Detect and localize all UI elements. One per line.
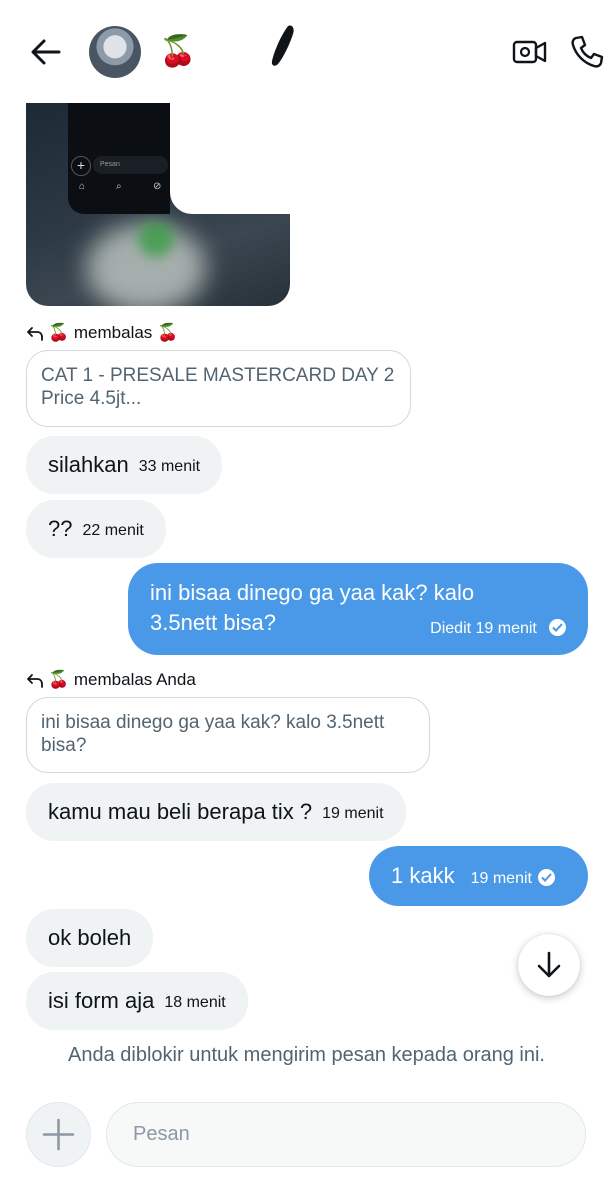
scribble-mark: [268, 22, 296, 68]
search-icon: ⌕: [116, 181, 122, 192]
quoted-message[interactable]: ini bisaa dinego ga yaa kak? kalo 3.5net…: [26, 697, 430, 773]
message-text: ??: [48, 516, 73, 541]
message-time: Diedit 19 menit: [430, 620, 537, 637]
message-bubble[interactable]: ?? 22 menit: [26, 500, 166, 558]
message-text: ok boleh: [48, 925, 132, 950]
plus-icon: +: [71, 156, 91, 176]
mini-input: Pesan: [93, 156, 168, 174]
reply-indicator: 🍒 membalas 🍒: [26, 322, 178, 344]
shared-image[interactable]: + Pesan ⌂ ⌕ ⊘: [26, 103, 290, 306]
back-button[interactable]: [26, 34, 66, 70]
reply-label: 🍒 membalas 🍒: [48, 323, 179, 342]
quoted-text: ini bisaa dinego ga yaa kak? kalo 3.5net…: [41, 712, 385, 756]
message-text: 1 kakk: [391, 863, 455, 888]
grok-icon: ⊘: [153, 181, 162, 192]
message-time: 19 menit: [470, 870, 532, 887]
sent-message-bubble[interactable]: ini bisaa dinego ga yaa kak? kalo 3.5net…: [128, 563, 588, 655]
message-text: isi form aja: [48, 988, 155, 1013]
voice-call-button[interactable]: [567, 32, 607, 72]
message-time: 33 menit: [138, 458, 201, 475]
contact-name[interactable]: 🍒: [159, 34, 196, 70]
home-icon: ⌂: [79, 181, 86, 192]
video-call-button[interactable]: [510, 34, 550, 70]
arrow-down-icon: [537, 951, 561, 978]
sent-message-bubble[interactable]: 1 kakk 19 menit: [369, 846, 588, 906]
plus-icon: [42, 1118, 75, 1151]
scroll-to-bottom-button[interactable]: [518, 934, 580, 996]
message-bubble[interactable]: isi form aja 18 menit: [26, 972, 248, 1030]
reply-indicator: 🍒 membalas Anda: [26, 669, 196, 691]
quoted-text: CAT 1 - PRESALE MASTERCARD DAY 2 Price 4…: [41, 365, 395, 409]
reply-icon: [27, 674, 43, 688]
conversation-header: 🍒: [0, 0, 613, 100]
message-time: 19 menit: [322, 805, 384, 822]
reply-icon: [27, 327, 43, 341]
message-bubble[interactable]: silahkan 33 menit: [26, 436, 223, 494]
arrow-left-icon: [31, 39, 61, 65]
message-bubble[interactable]: ok boleh: [26, 909, 154, 967]
message-text: silahkan: [48, 452, 129, 477]
message-input[interactable]: [106, 1102, 586, 1167]
quoted-message[interactable]: CAT 1 - PRESALE MASTERCARD DAY 2 Price 4…: [26, 350, 411, 427]
phone-icon: [571, 35, 604, 68]
message-text: kamu mau beli berapa tix ?: [48, 799, 313, 824]
video-camera-icon: [512, 40, 547, 64]
message-bubble[interactable]: kamu mau beli berapa tix ? 19 menit: [26, 783, 406, 841]
message-time: 22 menit: [82, 522, 144, 539]
blocked-notice: Anda diblokir untuk mengirim pesan kepad…: [68, 1044, 545, 1066]
check-icon: [537, 869, 555, 886]
reply-label: 🍒 membalas Anda: [48, 670, 196, 689]
add-media-button[interactable]: [26, 1102, 91, 1167]
contact-avatar[interactable]: [89, 26, 141, 78]
message-time: 18 menit: [164, 994, 226, 1011]
check-icon: [549, 619, 566, 636]
